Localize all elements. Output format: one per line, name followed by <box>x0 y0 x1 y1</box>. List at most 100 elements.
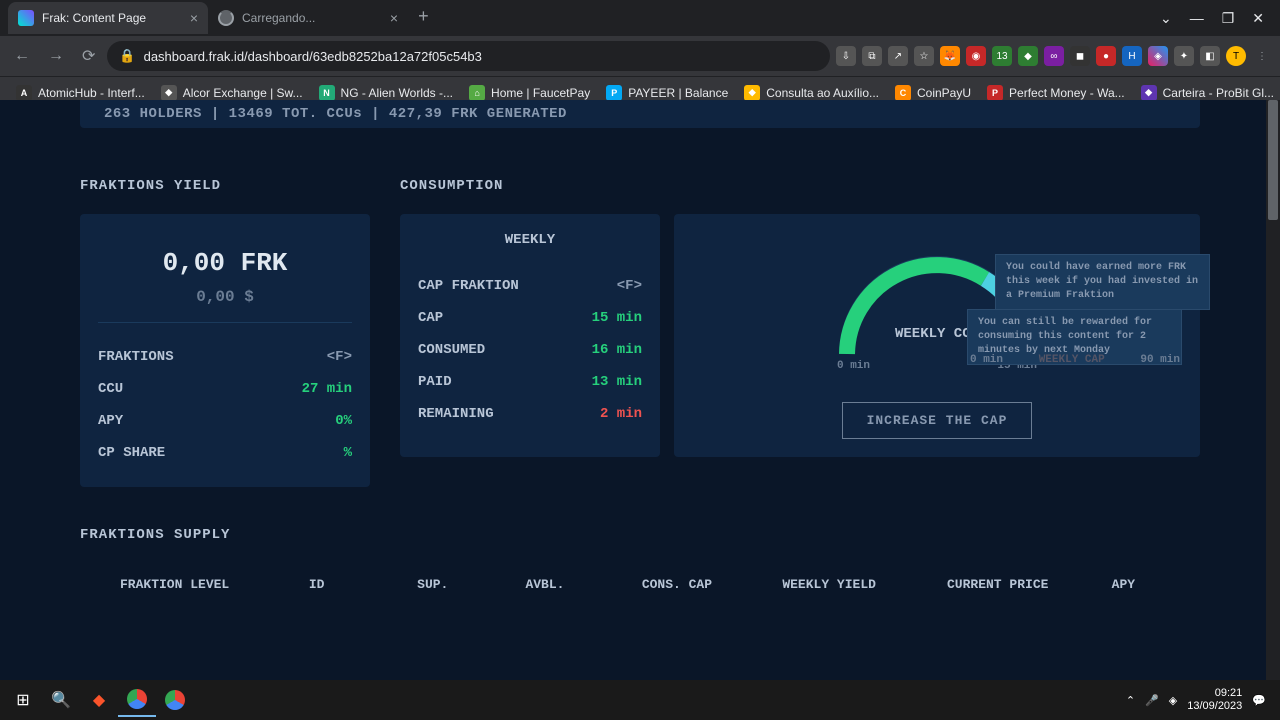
supply-table-header: FRAKTION LEVEL ID SUP. AVBL. CONS. CAP W… <box>80 563 1200 606</box>
extension-icon[interactable]: ◈ <box>1148 46 1168 66</box>
ccu-label: CCU <box>98 381 123 397</box>
cpshare-label: CP SHARE <box>98 445 165 461</box>
chrome-icon-2[interactable] <box>156 683 194 717</box>
system-tray: ⌃ 🎤 ◈ 09:21 13/09/2023 💬 <box>1126 687 1276 713</box>
vertical-scrollbar[interactable] <box>1266 100 1280 680</box>
back-gauge-max: 90 min <box>1140 354 1180 366</box>
url-text: dashboard.frak.id/dashboard/63edb8252ba1… <box>144 49 482 64</box>
forward-button[interactable]: → <box>42 43 70 69</box>
extension-icon[interactable]: H <box>1122 46 1142 66</box>
extensions-icon[interactable]: ✦ <box>1174 46 1194 66</box>
window-controls: ⌄ ― ❐ ✕ <box>1160 10 1280 27</box>
extension-icons: ⇩ ⧉ ↗ ☆ 🦊 ◉ 13 ◆ ∞ ◼ ● H ◈ ✦ ◧ T ⋮ <box>836 46 1272 66</box>
supply-title: FRAKTIONS SUPPLY <box>80 527 1200 543</box>
yield-usd-value: 0,00 $ <box>98 288 352 306</box>
start-button[interactable]: ⊞ <box>4 683 42 717</box>
chevron-down-icon[interactable]: ⌄ <box>1160 10 1172 27</box>
back-gauge-label: WEEKLY CAP <box>1039 354 1105 366</box>
ccu-value: 27 min <box>302 381 352 397</box>
windows-taskbar: ⊞ 🔍 ◆ ⌃ 🎤 ◈ 09:21 13/09/2023 💬 <box>0 680 1280 720</box>
back-gauge-min: 0 min <box>970 354 1003 366</box>
close-icon[interactable]: × <box>390 10 398 26</box>
weekly-panel: WEEKLY CAP FRAKTION<F> CAP15 min CONSUME… <box>400 214 660 457</box>
brave-icon[interactable]: ◆ <box>80 683 118 717</box>
fraktions-label: FRAKTIONS <box>98 349 174 365</box>
profile-avatar[interactable]: T <box>1226 46 1246 66</box>
weekly-title: WEEKLY <box>418 232 642 248</box>
yield-panel: 0,00 FRK 0,00 $ FRAKTIONS <F> CCU 27 min A… <box>80 214 370 487</box>
extension-icon[interactable]: ● <box>1096 46 1116 66</box>
scrollbar-thumb[interactable] <box>1268 100 1278 220</box>
url-input[interactable]: 🔒 dashboard.frak.id/dashboard/63edb8252b… <box>107 41 830 71</box>
col-weeklyyield: WEEKLY YIELD <box>782 577 887 592</box>
paid-value: 13 min <box>592 374 642 390</box>
col-id: ID <box>309 577 357 592</box>
bookmark-icon: C <box>895 85 911 101</box>
close-icon[interactable]: ✕ <box>1252 10 1264 27</box>
col-avbl: AVBL. <box>525 577 581 592</box>
extension-icon[interactable]: 🦊 <box>940 46 960 66</box>
extension-icon[interactable]: ◼ <box>1070 46 1090 66</box>
search-icon[interactable]: 🔍 <box>42 683 80 717</box>
new-tab-button[interactable]: + <box>408 8 439 28</box>
extension-icon[interactable]: 13 <box>992 46 1012 66</box>
close-icon[interactable]: × <box>190 10 198 26</box>
yield-section: FRAKTIONS YIELD 0,00 FRK 0,00 $ FRAKTION… <box>80 178 370 487</box>
generated-stat: 427,39 FRK GENERATED <box>389 106 567 122</box>
stats-banner: 263 HOLDERS | 13469 TOT. CCUs | 427,39 F… <box>80 100 1200 128</box>
consumption-section: CONSUMPTION WEEKLY CAP FRAKTION<F> CAP15… <box>400 178 1200 487</box>
maximize-icon[interactable]: ❐ <box>1222 10 1235 27</box>
share-icon[interactable]: ↗ <box>888 46 908 66</box>
tray-chevron-icon[interactable]: ⌃ <box>1126 694 1135 707</box>
cap-value: 15 min <box>592 310 642 326</box>
tab-inactive[interactable]: Carregando... × <box>208 2 408 34</box>
col-level: FRAKTION LEVEL <box>120 577 249 592</box>
back-button[interactable]: ← <box>8 43 36 69</box>
capfrak-label: CAP FRAKTION <box>418 278 519 294</box>
gauge-panel: WEEKLY CCU 0 min 15 min You could have e… <box>674 214 1200 457</box>
menu-icon[interactable]: ⋮ <box>1252 46 1272 66</box>
taskbar-clock[interactable]: 09:21 13/09/2023 <box>1187 687 1242 713</box>
bookmark-icon: P <box>606 85 622 101</box>
extension-icon[interactable]: ◉ <box>966 46 986 66</box>
col-apy: APY <box>1112 577 1160 592</box>
tray-network-icon[interactable]: ◈ <box>1169 694 1177 707</box>
tab-favicon <box>18 10 34 26</box>
reload-button[interactable]: ⟳ <box>76 42 101 70</box>
extension-icon[interactable]: ⇩ <box>836 46 856 66</box>
browser-chrome: Frak: Content Page × Carregando... × + ⌄… <box>0 0 1280 100</box>
paid-label: PAID <box>418 374 452 390</box>
extension-icon[interactable]: ◆ <box>1018 46 1038 66</box>
holders-stat: 263 HOLDERS <box>104 106 202 122</box>
supply-section: FRAKTIONS SUPPLY FRAKTION LEVEL ID SUP. … <box>0 487 1280 606</box>
bookmark-icon: ◆ <box>744 85 760 101</box>
lock-icon: 🔒 <box>119 48 135 64</box>
minimize-icon[interactable]: ― <box>1190 10 1204 27</box>
col-conscap: CONS. CAP <box>642 577 723 592</box>
extension-icon[interactable]: ∞ <box>1044 46 1064 66</box>
apy-value: 0% <box>335 413 352 429</box>
sidepanel-icon[interactable]: ◧ <box>1200 46 1220 66</box>
page-content: 263 HOLDERS | 13469 TOT. CCUs | 427,39 F… <box>0 100 1280 680</box>
bookmark-icon: ⌂ <box>469 85 485 101</box>
increase-cap-button[interactable]: INCREASE THE CAP <box>842 402 1033 439</box>
yield-title: FRAKTIONS YIELD <box>80 178 370 194</box>
chrome-icon[interactable] <box>118 683 156 717</box>
fraktions-value: <F> <box>327 349 352 365</box>
remaining-value: 2 min <box>600 406 642 422</box>
cpshare-value: % <box>344 445 352 461</box>
bookmark-icon: A <box>16 85 32 101</box>
address-bar: ← → ⟳ 🔒 dashboard.frak.id/dashboard/63ed… <box>0 36 1280 76</box>
remaining-label: REMAINING <box>418 406 494 422</box>
tray-mic-icon[interactable]: 🎤 <box>1145 694 1159 707</box>
extension-icon[interactable]: ⧉ <box>862 46 882 66</box>
capfrak-value: <F> <box>617 278 642 294</box>
tab-active[interactable]: Frak: Content Page × <box>8 2 208 34</box>
tabs-bar: Frak: Content Page × Carregando... × + ⌄… <box>0 0 1280 36</box>
notification-icon[interactable]: 💬 <box>1252 694 1266 707</box>
tab-title: Carregando... <box>242 11 315 25</box>
bookmark-icon: N <box>319 85 335 101</box>
apy-label: APY <box>98 413 123 429</box>
yield-frk-value: 0,00 FRK <box>98 248 352 278</box>
star-icon[interactable]: ☆ <box>914 46 934 66</box>
